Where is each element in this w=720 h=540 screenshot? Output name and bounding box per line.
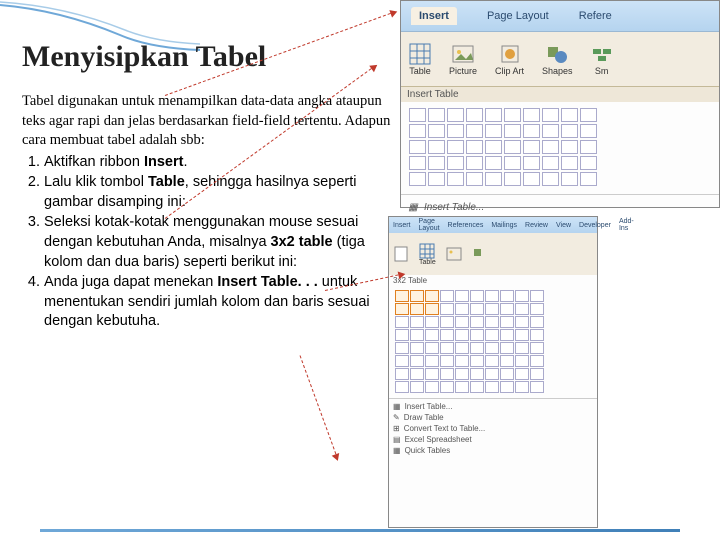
- menu-insert-table[interactable]: ▦Insert Table...: [407, 199, 713, 215]
- table-button[interactable]: Table: [409, 43, 431, 76]
- cover-page-button[interactable]: [393, 246, 409, 262]
- picture-icon: [452, 43, 474, 65]
- picture-button[interactable]: Picture: [449, 43, 477, 76]
- shapes-button[interactable]: Shapes: [542, 43, 573, 76]
- tab-references[interactable]: Refere: [579, 10, 612, 22]
- table-grid-2[interactable]: [389, 286, 597, 398]
- shapes-button-2[interactable]: [472, 246, 488, 262]
- table-grid[interactable]: [401, 102, 719, 194]
- screenshot-selection: Insert Page Layout References Mailings R…: [388, 216, 598, 528]
- decorative-footer-line: [40, 529, 680, 532]
- menu2-convert[interactable]: ⊞Convert Text to Table...: [393, 423, 593, 434]
- screenshot-ribbon: Insert Page Layout Refere Table Picture …: [400, 0, 720, 208]
- step-3: Seleksi kotak-kotak menggunakan mouse se…: [44, 213, 392, 272]
- ribbon2-body: Table: [389, 233, 597, 275]
- picture-icon-2: [446, 246, 462, 262]
- pencil-icon-2: ✎: [393, 413, 400, 422]
- grid-label-2: 3x2 Table: [389, 275, 597, 286]
- table-icon: [409, 43, 431, 65]
- page-title: Menyisipkan Tabel: [22, 40, 392, 74]
- intro-paragraph: Tabel digunakan untuk menampilkan data-d…: [22, 92, 392, 151]
- convert-icon-2: ⊞: [393, 424, 400, 433]
- step-1: Aktifkan ribbon Insert.: [44, 153, 392, 173]
- menu2-excel[interactable]: ▤Excel Spreadsheet: [393, 434, 593, 445]
- step-4: Anda juga dapat menekan Insert Table. . …: [44, 273, 392, 332]
- steps-list: Aktifkan ribbon Insert. Lalu klik tombol…: [22, 153, 392, 332]
- table-menu-2: ▦Insert Table... ✎Draw Table ⊞Convert Te…: [389, 398, 597, 458]
- table-button-2[interactable]: Table: [419, 243, 436, 266]
- step-2: Lalu klik tombol Table, sehingga hasilny…: [44, 173, 392, 212]
- smartart-icon: [591, 43, 613, 65]
- excel-icon-2: ▤: [393, 435, 401, 444]
- ribbon-body: Table Picture Clip Art Shapes Sm: [401, 32, 719, 87]
- shapes-icon: [546, 43, 568, 65]
- tab-insert[interactable]: Insert: [411, 7, 457, 25]
- menu2-quick[interactable]: ▦Quick Tables: [393, 445, 593, 456]
- clipart-icon: [499, 43, 521, 65]
- menu2-draw[interactable]: ✎Draw Table: [393, 412, 593, 423]
- arrow-4: [300, 355, 339, 459]
- table-icon-2: [419, 243, 435, 259]
- smartart-button[interactable]: Sm: [591, 43, 613, 76]
- tab-page-layout[interactable]: Page Layout: [487, 10, 549, 22]
- ribbon2-tabs: Insert Page Layout References Mailings R…: [389, 217, 597, 233]
- ribbon-tabs: Insert Page Layout Refere: [401, 1, 719, 32]
- grid-icon-2: ▦: [393, 402, 401, 411]
- clipart-button[interactable]: Clip Art: [495, 43, 524, 76]
- menu2-insert[interactable]: ▦Insert Table...: [393, 401, 593, 412]
- grid-label: Insert Table: [401, 87, 719, 102]
- quick-icon-2: ▦: [393, 446, 401, 455]
- page-icon: [393, 246, 409, 262]
- main-content: Menyisipkan Tabel Tabel digunakan untuk …: [22, 40, 392, 333]
- shapes-icon-2: [472, 246, 488, 262]
- grid-icon: ▦: [407, 201, 419, 213]
- picture-button-2[interactable]: [446, 246, 462, 262]
